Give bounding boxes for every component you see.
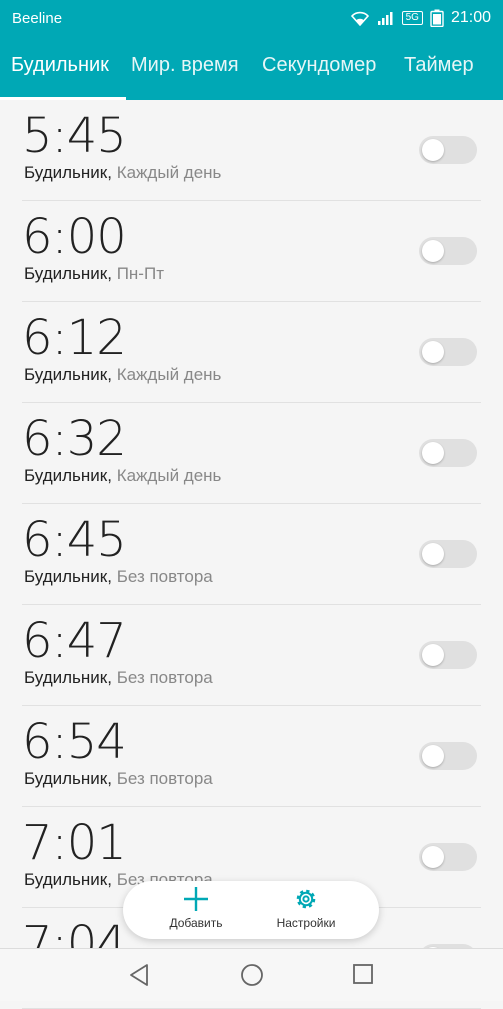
tab-alarm[interactable]: Будильник [11, 54, 109, 77]
alarm-label: Будильник, Без повтора [24, 769, 213, 789]
alarm-name: Будильник, [24, 567, 112, 586]
alarm-toggle[interactable] [419, 136, 477, 164]
alarm-label: Будильник, Каждый день [24, 466, 221, 486]
alarm-label: Будильник, Без повтора [24, 567, 213, 587]
alarm-repeat: Без повтора [116, 567, 213, 586]
alarm-name: Будильник, [24, 466, 112, 485]
alarm-repeat: Без повтора [116, 668, 213, 687]
alarm-name: Будильник, [24, 264, 112, 283]
alarm-item[interactable]: 5:45 Будильник, Каждый день [22, 100, 481, 201]
alarm-item[interactable]: 6:47 Будильник, Без повтора [22, 605, 481, 706]
add-alarm-button[interactable]: Добавить [141, 885, 251, 937]
status-icons: 5G 21:00 [350, 9, 491, 27]
toggle-knob [422, 543, 444, 565]
alarm-item[interactable]: 6:45 Будильник, Без повтора [22, 504, 481, 605]
alarm-time: 6:45 [22, 512, 127, 568]
alarm-repeat: Пн-Пт [116, 264, 164, 283]
alarm-toggle[interactable] [419, 742, 477, 770]
alarm-time: 6:32 [22, 411, 127, 467]
alarm-time: 6:47 [22, 613, 127, 669]
alarm-toggle[interactable] [419, 338, 477, 366]
alarm-name: Будильник, [24, 163, 112, 182]
tab-timer[interactable]: Таймер [404, 54, 474, 77]
home-icon[interactable] [240, 963, 264, 987]
alarm-toggle[interactable] [419, 843, 477, 871]
battery-icon [430, 9, 444, 27]
alarm-item[interactable]: 6:12 Будильник, Каждый день [22, 302, 481, 403]
alarm-list: 5:45 Будильник, Каждый день 6:00 Будильн… [0, 100, 503, 1009]
tab-bar: Будильник Мир. время Секундомер Таймер [0, 36, 503, 100]
alarm-toggle[interactable] [419, 237, 477, 265]
system-nav-bar [0, 948, 503, 1001]
alarm-time: 6:00 [22, 209, 127, 265]
alarm-time: 5:45 [22, 108, 127, 164]
add-alarm-label: Добавить [169, 916, 223, 930]
alarm-label: Будильник, Пн-Пт [24, 264, 164, 284]
wifi-icon [350, 11, 369, 26]
toggle-knob [422, 846, 444, 868]
toggle-knob [422, 442, 444, 464]
tab-stopwatch[interactable]: Секундомер [262, 54, 376, 77]
back-icon[interactable] [128, 963, 150, 987]
alarm-repeat: Каждый день [116, 163, 222, 182]
signal-icon [377, 12, 393, 25]
gear-icon [296, 889, 316, 909]
toggle-knob [422, 139, 444, 161]
alarm-name: Будильник, [24, 365, 112, 384]
alarm-item[interactable]: 6:00 Будильник, Пн-Пт [22, 201, 481, 302]
alarm-toggle[interactable] [419, 641, 477, 669]
alarm-time: 7:01 [22, 815, 127, 871]
alarm-toggle[interactable] [419, 439, 477, 467]
settings-button[interactable]: Настройки [251, 885, 361, 937]
alarm-name: Будильник, [24, 668, 112, 687]
network-badge: 5G [401, 11, 423, 25]
toggle-knob [422, 341, 444, 363]
alarm-label: Будильник, Каждый день [24, 163, 221, 183]
alarm-repeat: Каждый день [116, 466, 222, 485]
status-bar: Beeline 5G 21:00 [0, 0, 503, 36]
carrier-name: Beeline [12, 9, 63, 27]
plus-icon [184, 887, 208, 911]
recent-apps-icon[interactable] [352, 963, 374, 985]
toggle-knob [422, 644, 444, 666]
alarm-repeat: Каждый день [116, 365, 222, 384]
alarm-item[interactable]: 6:32 Будильник, Каждый день [22, 403, 481, 504]
toggle-knob [422, 240, 444, 262]
alarm-time: 6:54 [22, 714, 127, 770]
alarm-name: Будильник, [24, 870, 112, 889]
alarm-label: Будильник, Без повтора [24, 668, 213, 688]
alarm-item[interactable]: 6:54 Будильник, Без повтора [22, 706, 481, 807]
alarm-label: Будильник, Каждый день [24, 365, 221, 385]
toggle-knob [422, 745, 444, 767]
alarm-repeat: Без повтора [116, 769, 213, 788]
alarm-time: 6:12 [22, 310, 127, 366]
settings-label: Настройки [276, 916, 336, 930]
status-time: 21:00 [450, 9, 491, 26]
floating-action-bar: Добавить Настройки [123, 881, 379, 939]
alarm-toggle[interactable] [419, 540, 477, 568]
tab-world-clock[interactable]: Мир. время [131, 54, 239, 77]
alarm-name: Будильник, [24, 769, 112, 788]
